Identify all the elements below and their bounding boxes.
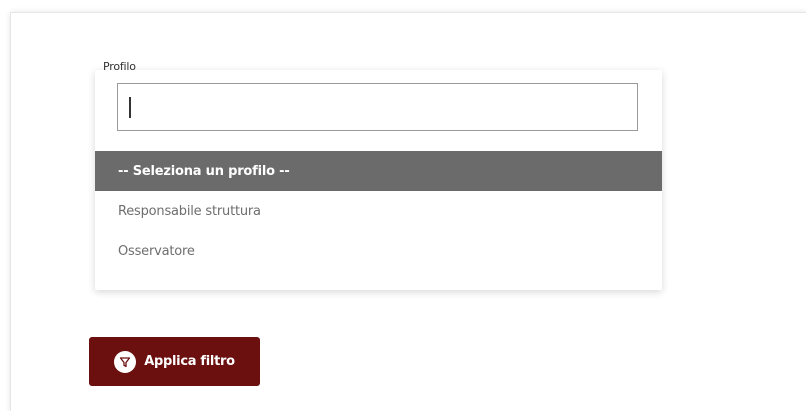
- filter-icon-svg: [120, 356, 131, 367]
- option-osservatore[interactable]: Osservatore: [95, 231, 662, 271]
- profile-search-box[interactable]: [117, 83, 638, 131]
- profile-options-list: -- Seleziona un profilo -- Responsabile …: [95, 151, 662, 271]
- filter-icon: [114, 350, 137, 373]
- option-responsabile-struttura[interactable]: Responsabile struttura: [95, 191, 662, 231]
- option-select-profile[interactable]: -- Seleziona un profilo --: [95, 151, 662, 191]
- apply-filter-button[interactable]: Applica filtro: [89, 337, 260, 386]
- page: Profilo -- Seleziona un profilo -- Respo…: [0, 0, 806, 411]
- apply-filter-label: Applica filtro: [144, 354, 235, 369]
- profile-dropdown: -- Seleziona un profilo -- Responsabile …: [95, 70, 662, 290]
- profile-search-input[interactable]: [118, 84, 637, 130]
- text-caret: [129, 97, 131, 118]
